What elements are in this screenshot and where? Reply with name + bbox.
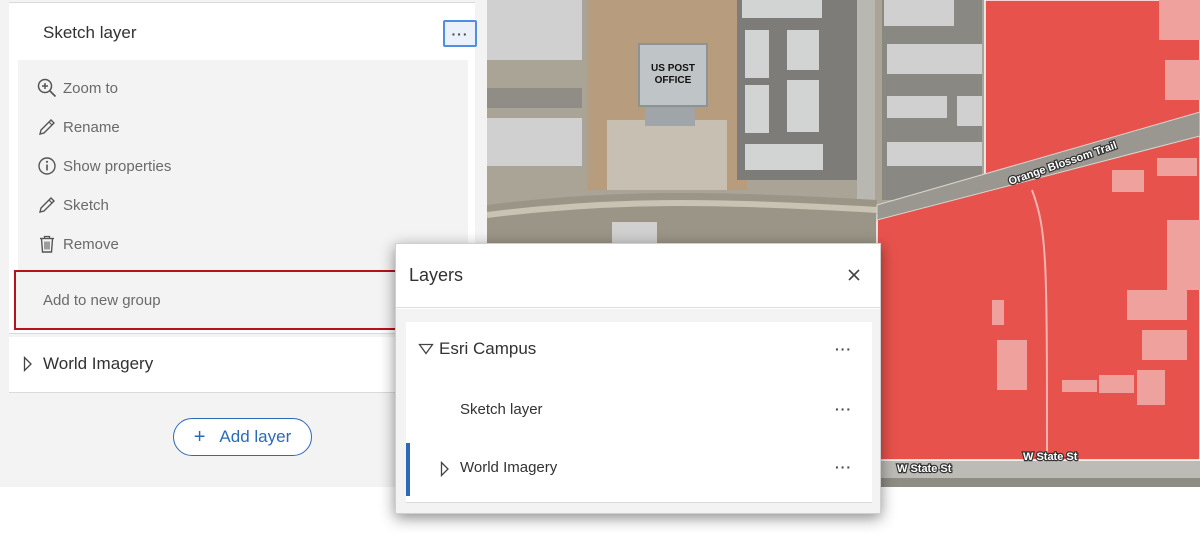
layer-row-more-button[interactable]: ··· <box>835 460 852 474</box>
more-icon: ··· <box>451 25 469 42</box>
sketch-action[interactable]: Sketch <box>18 187 468 223</box>
layer-row-sketch-layer[interactable]: Sketch layer ··· <box>406 382 872 440</box>
layer-row-esri-campus[interactable]: Esri Campus ··· <box>406 322 872 380</box>
layers-widget-title: Layers <box>409 265 464 285</box>
show-properties-action[interactable]: Show properties <box>18 148 468 184</box>
layer-row-world-imagery[interactable]: World Imagery ··· <box>406 440 872 498</box>
pencil-icon <box>39 197 55 213</box>
layers-widget-body: Esri Campus ··· Sketch layer ··· World I… <box>396 309 880 513</box>
info-icon <box>38 157 56 175</box>
sketch-layer-more-button[interactable]: ··· <box>443 20 477 47</box>
map-label-post-office-line2: OFFICE <box>655 75 692 86</box>
add-layer-label: Add layer <box>219 427 292 446</box>
layer-row-more-button[interactable]: ··· <box>835 342 852 356</box>
map-label-w-state-st-1: W State St <box>897 463 952 475</box>
chevron-down-icon[interactable] <box>418 343 434 355</box>
zoom-to-label: Zoom to <box>63 80 119 97</box>
remove-label: Remove <box>63 236 119 253</box>
close-icon[interactable] <box>844 265 864 285</box>
zoom-in-icon <box>37 78 57 98</box>
layers-widget-header: Layers <box>396 244 880 308</box>
layer-row-label: Sketch layer <box>460 401 543 418</box>
map-label-w-state-st-2: W State St <box>1023 451 1078 463</box>
layer-row-label: World Imagery <box>460 459 558 476</box>
add-to-new-group-label: Add to new group <box>43 292 161 309</box>
plus-icon: + <box>193 426 206 448</box>
rename-action[interactable]: Rename <box>18 109 468 145</box>
rename-label: Rename <box>63 119 120 136</box>
layer-row-more-button[interactable]: ··· <box>835 402 852 416</box>
layers-widget: Layers Esri Campus ··· Sketch layer ··· <box>395 243 881 514</box>
world-imagery-title: World Imagery <box>43 354 154 373</box>
add-layer-button[interactable]: + Add layer <box>173 418 312 456</box>
selection-indicator <box>406 443 410 496</box>
pencil-icon <box>39 119 55 135</box>
sketch-layer-title: Sketch layer <box>43 23 137 42</box>
zoom-to-action[interactable]: Zoom to <box>18 70 468 106</box>
chevron-right-icon[interactable] <box>440 461 450 477</box>
map-label-post-office-line1: US POST <box>651 63 695 74</box>
show-properties-label: Show properties <box>63 158 172 175</box>
chevron-right-icon[interactable] <box>23 356 33 372</box>
layer-tree: Esri Campus ··· Sketch layer ··· World I… <box>406 322 872 503</box>
trash-icon <box>40 235 54 253</box>
layer-row-label: Esri Campus <box>439 339 537 358</box>
sketch-label: Sketch <box>63 197 109 214</box>
app-root: US POST OFFICE Orange Blossom Trail W St… <box>0 0 1200 533</box>
